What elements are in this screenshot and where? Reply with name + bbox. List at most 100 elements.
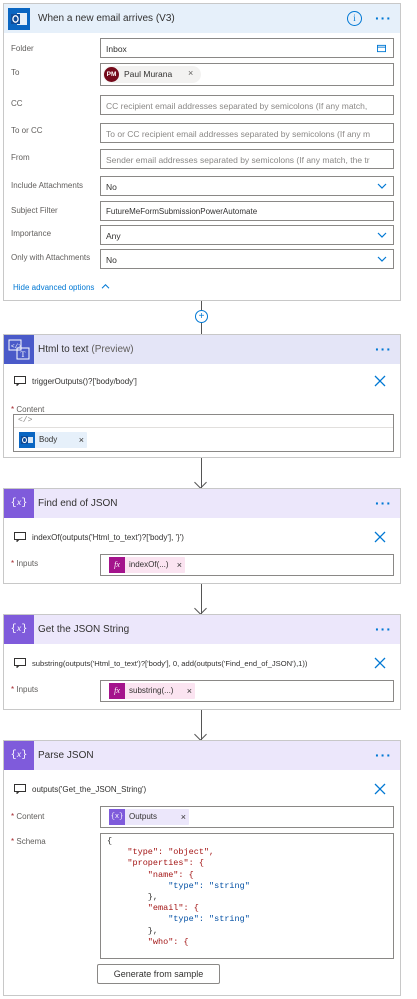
importance-dropdown[interactable]: Any bbox=[100, 225, 394, 245]
trigger-header[interactable]: When a new email arrives (V3) i ··· bbox=[4, 4, 400, 33]
avatar: PM bbox=[104, 67, 119, 82]
expression-row[interactable]: substring(outputs('Html_to_text')?['body… bbox=[10, 654, 394, 674]
remove-icon[interactable] bbox=[374, 375, 386, 387]
from-field[interactable]: Sender email addresses separated by semi… bbox=[100, 149, 394, 169]
parse-json-title: Parse JSON bbox=[38, 750, 94, 761]
schema-line: "who": { bbox=[107, 936, 189, 947]
body-token[interactable]: Body × bbox=[19, 432, 87, 448]
compose-icon: {x} bbox=[4, 741, 34, 770]
trigger-title: When a new email arrives (V3) bbox=[38, 13, 175, 24]
outputs-token[interactable]: {x} Outputs × bbox=[109, 809, 189, 825]
only-with-attachments-dropdown[interactable]: No bbox=[100, 249, 394, 269]
remove-token-icon[interactable]: × bbox=[181, 809, 186, 825]
chevron-up-icon bbox=[101, 284, 109, 289]
get-json-card: {x} Get the JSON String ··· substring(ou… bbox=[3, 614, 401, 710]
folder-label: Folder bbox=[11, 44, 34, 53]
inputs-field[interactable]: fx indexOf(...) × bbox=[100, 554, 394, 576]
remove-icon[interactable] bbox=[374, 531, 386, 543]
include-attachments-dropdown[interactable]: No bbox=[100, 176, 394, 196]
folder-field[interactable]: Inbox bbox=[100, 38, 394, 58]
only-with-attachments-label: Only with Attachments bbox=[11, 253, 91, 262]
to-label: To bbox=[11, 68, 20, 77]
compose-icon: {x} bbox=[109, 809, 125, 825]
code-view-icon[interactable]: </> bbox=[18, 416, 32, 425]
inputs-label: * Inputs bbox=[11, 559, 39, 568]
html-to-text-header[interactable]: </> T Html to text (Preview) ··· bbox=[4, 335, 400, 364]
expression-row[interactable]: triggerOutputs()?['body/body'] bbox=[10, 372, 394, 392]
add-step-icon[interactable]: + bbox=[195, 310, 208, 323]
substring-token[interactable]: fx substring(...) × bbox=[109, 683, 195, 699]
fx-icon: fx bbox=[109, 683, 125, 699]
fx-icon: fx bbox=[109, 557, 125, 573]
expression-icon bbox=[14, 658, 26, 668]
parse-json-header[interactable]: {x} Parse JSON ··· bbox=[4, 741, 400, 770]
expression-icon bbox=[14, 376, 26, 386]
schema-line: "name": { bbox=[107, 869, 194, 880]
expression-row[interactable]: indexOf(outputs('Html_to_text')?['body']… bbox=[10, 528, 394, 548]
info-icon[interactable]: i bbox=[347, 11, 362, 26]
outlook-icon bbox=[19, 432, 35, 448]
content-label: * Content bbox=[11, 405, 45, 414]
remove-recipient-icon[interactable]: × bbox=[188, 68, 193, 78]
html-to-text-card: </> T Html to text (Preview) ··· triggerO… bbox=[3, 334, 401, 458]
chevron-down-icon bbox=[377, 256, 387, 262]
expression-icon bbox=[14, 532, 26, 542]
schema-line: }, bbox=[107, 892, 159, 903]
subject-filter-label: Subject Filter bbox=[11, 206, 58, 215]
to-or-cc-label: To or CC bbox=[11, 126, 43, 135]
from-label: From bbox=[11, 153, 30, 162]
remove-token-icon[interactable]: × bbox=[79, 432, 84, 448]
indexof-token[interactable]: fx indexOf(...) × bbox=[109, 557, 185, 573]
more-options-icon[interactable]: ··· bbox=[375, 621, 392, 637]
more-options-icon[interactable]: ··· bbox=[375, 341, 392, 357]
content-field[interactable]: {x} Outputs × bbox=[100, 806, 394, 828]
remove-icon[interactable] bbox=[374, 783, 386, 795]
content-label: * Content bbox=[11, 812, 45, 821]
find-end-card: {x} Find end of JSON ··· indexOf(outputs… bbox=[3, 488, 401, 584]
include-attachments-label: Include Attachments bbox=[11, 181, 84, 190]
to-or-cc-field[interactable]: To or CC recipient email addresses separ… bbox=[100, 123, 394, 143]
schema-label: * Schema bbox=[11, 837, 46, 846]
get-json-title: Get the JSON String bbox=[38, 624, 130, 635]
remove-token-icon[interactable]: × bbox=[177, 557, 182, 573]
cc-field[interactable]: CC recipient email addresses separated b… bbox=[100, 95, 394, 115]
more-options-icon[interactable]: ··· bbox=[375, 495, 392, 511]
generate-from-sample-button[interactable]: Generate from sample bbox=[97, 964, 220, 984]
folder-picker-icon[interactable] bbox=[376, 44, 387, 53]
chevron-down-icon bbox=[377, 232, 387, 238]
expression-icon bbox=[14, 784, 26, 794]
html-to-text-icon: </> T bbox=[4, 335, 34, 364]
schema-line: }, bbox=[107, 925, 159, 936]
recipient-chip: PM Paul Murana × bbox=[103, 66, 201, 83]
schema-line: "type": "string" bbox=[107, 880, 250, 891]
cc-label: CC bbox=[11, 99, 23, 108]
find-end-title: Find end of JSON bbox=[38, 498, 118, 509]
more-options-icon[interactable]: ··· bbox=[375, 10, 392, 26]
subject-filter-field[interactable]: FutureMeFormSubmissionPowerAutomate bbox=[100, 201, 394, 221]
inputs-label: * Inputs bbox=[11, 685, 39, 694]
trigger-card: When a new email arrives (V3) i ··· Fold… bbox=[3, 3, 401, 301]
to-field[interactable]: PM Paul Murana × bbox=[100, 63, 394, 86]
inputs-field[interactable]: fx substring(...) × bbox=[100, 680, 394, 702]
chevron-down-icon bbox=[377, 183, 387, 189]
schema-line: "email": { bbox=[107, 903, 199, 914]
remove-token-icon[interactable]: × bbox=[187, 683, 192, 699]
schema-line: "type": "object", bbox=[107, 847, 215, 858]
schema-line: "properties": { bbox=[107, 858, 204, 869]
remove-icon[interactable] bbox=[374, 657, 386, 669]
outlook-icon bbox=[8, 8, 30, 30]
compose-icon: {x} bbox=[4, 489, 34, 518]
get-json-header[interactable]: {x} Get the JSON String ··· bbox=[4, 615, 400, 644]
svg-text:T: T bbox=[21, 350, 26, 359]
content-field[interactable]: </> Body × bbox=[13, 414, 394, 452]
schema-line: "type": "string" bbox=[107, 914, 250, 925]
find-end-header[interactable]: {x} Find end of JSON ··· bbox=[4, 489, 400, 518]
importance-label: Importance bbox=[11, 229, 52, 238]
parse-json-card: {x} Parse JSON ··· outputs('Get_the_JSON… bbox=[3, 740, 401, 996]
more-options-icon[interactable]: ··· bbox=[375, 747, 392, 763]
schema-editor[interactable]: { "type": "object", "properties": { "nam… bbox=[100, 833, 394, 959]
expression-row[interactable]: outputs('Get_the_JSON_String') bbox=[10, 780, 394, 800]
html-to-text-title: Html to text bbox=[38, 344, 89, 355]
compose-icon: {x} bbox=[4, 615, 34, 644]
hide-advanced-options-link[interactable]: Hide advanced options bbox=[13, 283, 110, 292]
